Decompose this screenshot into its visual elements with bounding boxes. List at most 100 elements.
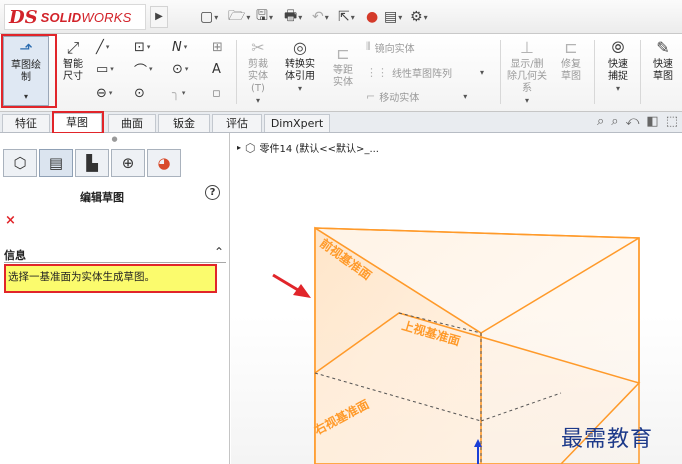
pointer-arrow-icon (293, 284, 311, 298)
color-wheel-icon: ◕ (157, 154, 171, 172)
title-bar: DS SOLID WORKS ▶ ▢ ▾ 🗁 ▾ 🖫 ▾ 🖶 ▾ ↶ ▾ ⇱ ▾ ● ▤ ▾ ⚙… (0, 0, 682, 34)
rectangle-icon: ⊡ (134, 39, 145, 55)
solidworks-logo[interactable]: DS SOLID WORKS (4, 4, 146, 30)
repair-sketch-label: 修复草图 (561, 59, 581, 82)
line-icon: ╱ (96, 39, 104, 55)
ds-logo-mark: DS (9, 6, 38, 28)
spline-icon: N (172, 39, 182, 55)
options-gear-icon[interactable]: ⚙ ▾ (410, 7, 428, 27)
undo-icon[interactable]: ↶ ▾ (312, 7, 329, 27)
property-manager-panel: ● ⬡ ▤ ▙ ⊕ ◕ 编辑草图 ? × 信息 ⌃ 选择一基准面为实体生成草图。 (0, 133, 230, 464)
trim-icon: ✂ (251, 38, 265, 57)
spline-tool[interactable]: N ▾ (172, 38, 187, 56)
view-orientation-icon[interactable]: ⬚ (666, 114, 678, 132)
smart-dimension-icon: ⤢ (66, 38, 80, 57)
text-tool[interactable]: A (212, 60, 221, 78)
feature-manager-tab[interactable]: ⬡ (3, 149, 37, 177)
tab-sheet-metal[interactable]: 钣金 (158, 114, 210, 132)
tab-surfaces[interactable]: 曲面 (108, 114, 156, 132)
divider (4, 262, 226, 263)
zoom-to-area-icon[interactable]: ⌕ (611, 114, 618, 132)
chevron-down-icon[interactable]: ▾ (298, 84, 302, 93)
mirror-entities-button[interactable]: ⫴ 镜向实体 (366, 39, 415, 55)
sketch-button[interactable]: ⬏ 草图绘制 ▾ (3, 36, 49, 106)
menu-flyout-arrow-icon[interactable]: ▶ (150, 6, 168, 28)
rapid-sketch-button[interactable]: ✎ 快速草图 (644, 36, 682, 83)
feature-tree-icon: ⬡ (13, 154, 27, 172)
watermark: 最需教育 (561, 427, 654, 452)
property-manager-tab[interactable]: ▤ (39, 149, 73, 177)
arc-tool[interactable]: ⌒ ▾ (134, 60, 153, 79)
slot-tool[interactable]: ⊖ ▾ (96, 84, 112, 102)
print-icon[interactable]: 🖶 ▾ (284, 7, 302, 27)
section-view-icon[interactable]: ◧ (646, 114, 658, 132)
chevron-down-icon[interactable]: ▾ (4, 91, 48, 103)
reference-planes: 前视基准面 上视基准面 右视基准面 (272, 226, 641, 464)
display-relations-button[interactable]: ⊥ 显示/删除几何关系 ▾ (504, 36, 550, 107)
rebuild-traffic-light-icon[interactable]: ● (366, 7, 378, 27)
move-icon: ⌐ (366, 89, 376, 103)
new-document-icon[interactable]: ▢ ▾ (200, 7, 218, 27)
zoom-to-fit-icon[interactable]: ⌕ (597, 114, 604, 132)
point-icon: ▫ (212, 85, 221, 101)
trim-button[interactable]: ✂ 剪裁实体(T) ▾ (240, 36, 276, 107)
repair-sketch-icon: ⊏ (564, 38, 578, 57)
linear-pattern-button[interactable]: ⋮⋮ 线性草图阵列 ▾ (366, 64, 484, 80)
save-icon[interactable]: 🖫 ▾ (256, 7, 273, 27)
rectangle-tool[interactable]: ⊡ ▾ (134, 38, 150, 56)
cancel-icon[interactable]: × (5, 213, 16, 228)
fillet-tool[interactable]: ╮ ▾ (172, 84, 185, 102)
line-tool[interactable]: ╱ ▾ (96, 38, 109, 56)
trim-label: 剪裁实体(T) (248, 59, 268, 94)
move-entities-button[interactable]: ⌐ 移动实体 ▾ (366, 88, 467, 104)
quick-snaps-button[interactable]: ⦾ 快速捕捉 ▾ (598, 36, 638, 95)
panel-splitter-handle[interactable]: ● (0, 133, 229, 146)
configuration-icon: ▙ (86, 154, 98, 172)
convert-entities-button[interactable]: ◎ 转换实体引用 ▾ (280, 36, 320, 95)
rect-tool[interactable]: ▭ ▾ (96, 60, 114, 78)
sketch-button-label: 草图绘制 (11, 60, 41, 83)
point-tool[interactable]: ▫ (212, 84, 221, 102)
file-properties-icon[interactable]: ▤ ▾ (384, 7, 402, 27)
rapid-sketch-label: 快速草图 (653, 59, 673, 82)
ellipse-icon: ⊙ (172, 61, 183, 77)
smart-dimension-label: 智能尺寸 (63, 59, 83, 82)
property-list-icon: ▤ (48, 154, 64, 172)
offset-entities-button[interactable]: ⊏ 等距实体 (326, 42, 360, 89)
convert-entities-icon: ◎ (293, 38, 307, 57)
chevron-up-icon[interactable]: ⌃ (214, 245, 224, 259)
divider (500, 40, 501, 104)
previous-view-icon[interactable]: ⤺ (626, 114, 640, 132)
graphics-area[interactable]: ▸ ⬡ 零件14 (默认<<默认>_... 前视基准面 上视基准面 右视基准面 … (231, 133, 682, 464)
configuration-manager-tab[interactable]: ▙ (75, 149, 109, 177)
solidworks-window: DS SOLID WORKS ▶ ▢ ▾ 🗁 ▾ 🖫 ▾ 🖶 ▾ ↶ ▾ ⇱ ▾ ● ▤ ▾ ⚙… (0, 0, 682, 464)
open-folder-icon[interactable]: 🗁 ▾ (228, 7, 250, 27)
offset-entities-label: 等距实体 (333, 65, 353, 88)
fillet-icon: ╮ (172, 85, 180, 101)
rapid-sketch-icon: ✎ (656, 38, 670, 57)
display-manager-tab[interactable]: ◕ (147, 149, 181, 177)
info-heading: 信息 (4, 249, 26, 262)
help-icon[interactable]: ? (205, 185, 220, 200)
manager-tabs: ⬡ ▤ ▙ ⊕ ◕ (0, 149, 229, 179)
arc-icon: ⌒ (134, 63, 148, 79)
relations-icon: ⊥ (520, 38, 534, 57)
dimxpert-manager-tab[interactable]: ⊕ (111, 149, 145, 177)
divider (640, 40, 641, 104)
tab-dimxpert[interactable]: DimXpert (264, 114, 330, 132)
tab-sketch[interactable]: 草图 (52, 113, 102, 133)
repair-sketch-button[interactable]: ⊏ 修复草图 (552, 36, 590, 83)
tab-evaluate[interactable]: 评估 (212, 114, 262, 132)
smart-dimension-button[interactable]: ⤢ 智能尺寸 (52, 36, 94, 83)
info-section-header[interactable]: 信息 ⌃ (4, 245, 226, 263)
ellipse-tool[interactable]: ⊙ ▾ (172, 60, 188, 78)
chevron-down-icon[interactable]: ▾ (525, 96, 529, 105)
command-manager: ⬏ 草图绘制 ▾ ⤢ 智能尺寸 ╱ ▾ ⊡ ▾ N ▾ ⊞ ▭ ▾ ⌒ ▾ ⊙ ▾ A ⊖ ▾… (0, 34, 682, 112)
chevron-down-icon[interactable]: ▾ (616, 84, 620, 93)
chevron-down-icon[interactable]: ▾ (256, 96, 260, 105)
tab-features[interactable]: 特征 (2, 114, 50, 132)
logo-text: WORKS (81, 9, 132, 25)
circle-tool[interactable]: ⊙ (134, 84, 145, 102)
select-cursor-icon[interactable]: ⇱ ▾ (338, 7, 355, 27)
grid-tool[interactable]: ⊞ (212, 38, 223, 56)
